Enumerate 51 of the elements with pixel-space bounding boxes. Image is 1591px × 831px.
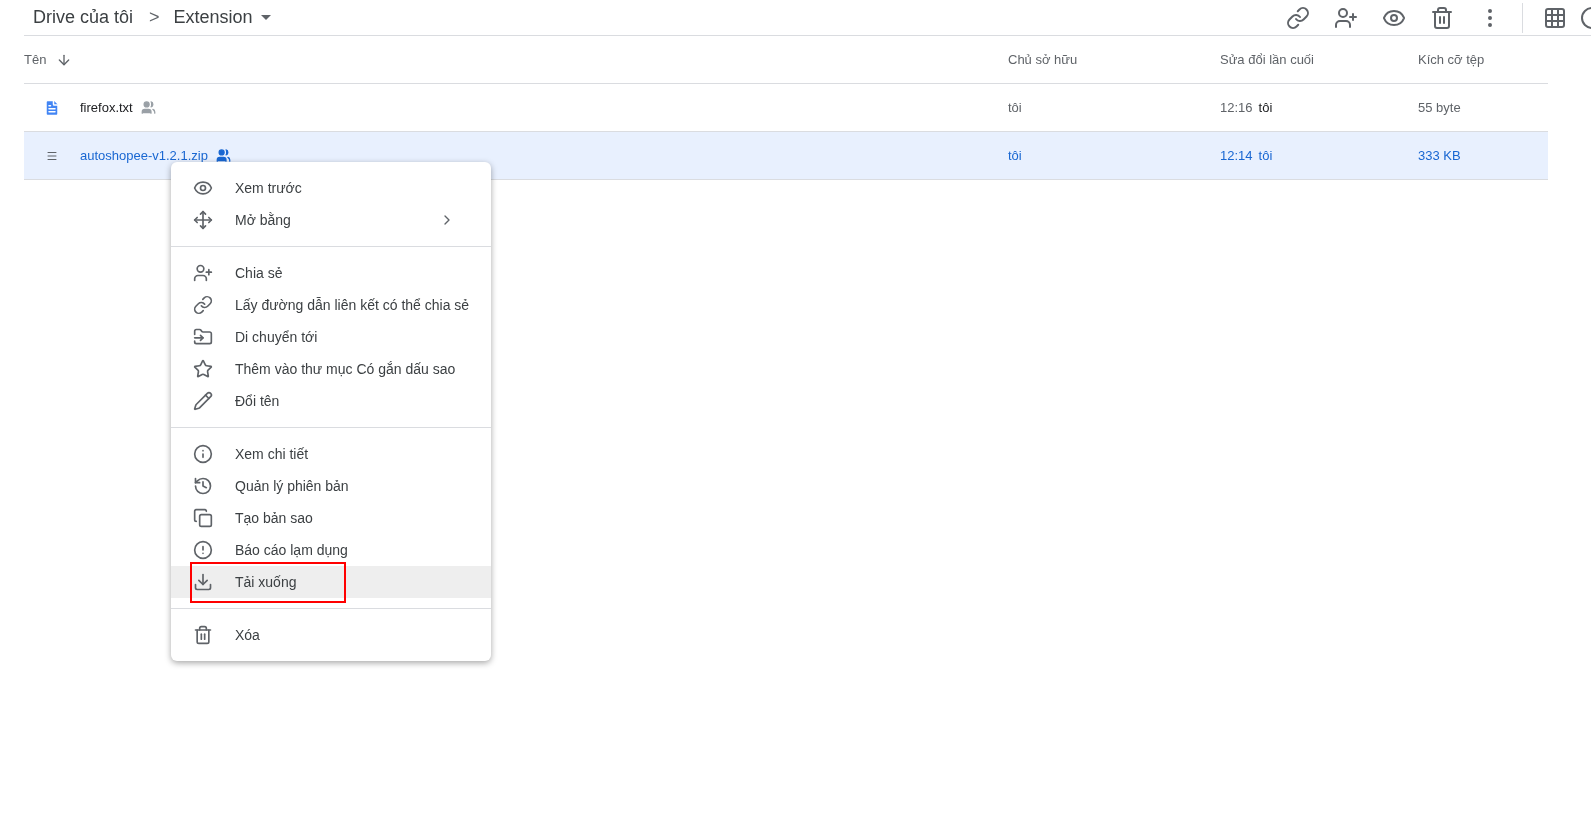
modified-time: 12:16 [1220, 98, 1253, 117]
move-arrows-icon [193, 210, 213, 230]
column-header[interactable]: Sửa đổi lần cuối [1220, 49, 1314, 70]
eye-icon [193, 178, 213, 198]
file-name: firefox.txt [80, 98, 133, 117]
link-icon [193, 295, 213, 315]
size-cell: 333 KB [1418, 147, 1461, 163]
menu-item[interactable]: Thêm vào thư mục Có gắn dấu sao [171, 353, 491, 385]
caret-icon [260, 15, 271, 20]
breadcrumb-separator: > [149, 6, 160, 29]
shared-icon [140, 100, 156, 115]
file-row[interactable]: autoshopee-v1.2.1.zip tôi 12:14 tôi 333 KB [24, 132, 1548, 180]
copy-icon [193, 508, 213, 528]
column-header[interactable]: Chủ sở hữu [1008, 49, 1078, 70]
breadcrumb-link[interactable]: Drive của tôi [33, 4, 134, 31]
menu-item[interactable]: Mở bằng [171, 204, 491, 236]
menu-item[interactable]: Tạo bản sao [171, 502, 491, 534]
folder-dropdown[interactable]: Extension [173, 4, 271, 31]
modified-time: 12:14 [1220, 146, 1253, 165]
archive-icon [46, 149, 58, 162]
menu-item[interactable]: Quản lý phiên bản [171, 470, 491, 502]
file-name: autoshopee-v1.2.1.zip [80, 146, 208, 165]
star-icon [193, 359, 213, 379]
size-cell: 55 byte [1418, 99, 1461, 115]
folder-arrow-icon [193, 327, 213, 347]
menu-item[interactable]: Đổi tên [171, 385, 491, 417]
pencil-icon [193, 391, 213, 411]
menu-item[interactable]: Xem chi tiết [171, 438, 491, 470]
column-header[interactable]: Kích cỡ tệp [1418, 49, 1485, 70]
owner-cell: tôi [1008, 147, 1022, 163]
history-icon [193, 476, 213, 496]
menu-item[interactable]: Lấy đường dẫn liên kết có thể chia sẻ [171, 289, 491, 321]
menu-item[interactable]: Xóa [171, 619, 491, 651]
trash-icon [193, 625, 213, 645]
download-icon [193, 572, 213, 592]
link-icon[interactable] [1286, 5, 1310, 30]
column-header[interactable]: Tên [24, 49, 47, 70]
alert-icon [193, 540, 213, 560]
menu-item[interactable]: Báo cáo lạm dụng [171, 534, 491, 566]
modifier-name: tôi [1258, 98, 1273, 117]
shared-icon [215, 148, 231, 163]
menu-item[interactable]: Chia sẻ [171, 257, 491, 289]
add-person-icon[interactable] [1334, 5, 1358, 30]
menu-item[interactable]: Di chuyển tới [171, 321, 491, 353]
trash-icon[interactable] [1430, 5, 1454, 30]
document-icon [43, 98, 61, 117]
grid-view-icon[interactable] [1543, 5, 1567, 30]
owner-cell: tôi [1008, 99, 1022, 115]
add-person-icon [193, 263, 213, 283]
info-icon [193, 444, 213, 464]
modifier-name: tôi [1258, 146, 1273, 165]
